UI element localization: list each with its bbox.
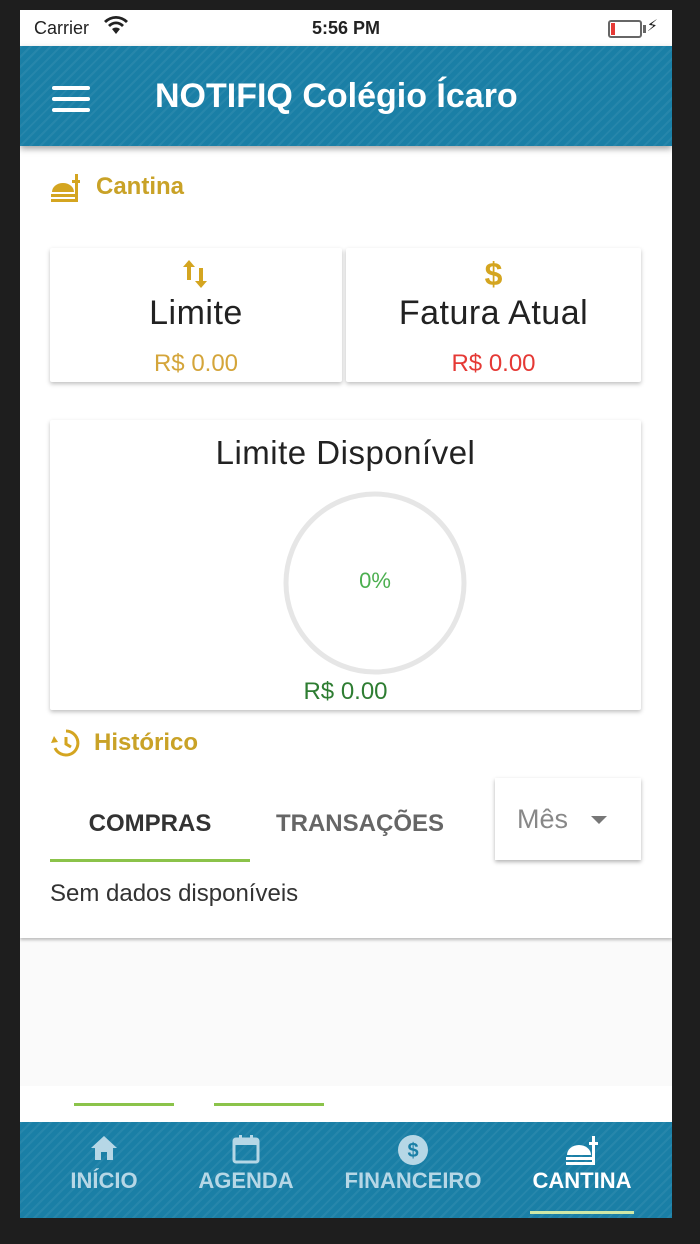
history-icon <box>51 729 80 757</box>
current-invoice-value: R$ 0.00 <box>451 350 536 377</box>
period-select[interactable]: Mês <box>495 778 641 860</box>
active-nav-indicator <box>530 1211 634 1214</box>
home-icon <box>54 1134 154 1162</box>
available-limit-card: Limite Disponível 0% R$ 0.00 <box>50 420 641 710</box>
dollar-icon: $ <box>484 256 503 292</box>
section-title-historico: Histórico <box>94 729 199 756</box>
nav-item-cantina[interactable]: CANTINA <box>520 1122 644 1218</box>
charging-icon: ⚡ <box>646 18 658 35</box>
nav-item-agenda[interactable]: AGENDA <box>190 1122 302 1218</box>
bottom-nav: INÍCIO AGENDA $ FINANCEIRO CANTINA <box>20 1122 672 1218</box>
nav-label-agenda: AGENDA <box>198 1168 294 1193</box>
battery-icon <box>608 20 646 38</box>
status-bar: Carrier 5:56 PM ⚡ <box>20 10 672 46</box>
section-header-historico: Histórico <box>50 728 198 758</box>
app-bar: NOTIFIQ Colégio Ícaro <box>20 46 672 146</box>
food-icon <box>51 174 80 202</box>
limit-card: Limite R$ 0.00 <box>50 248 342 382</box>
nav-item-inicio[interactable]: INÍCIO <box>54 1122 154 1218</box>
limit-value: R$ 0.00 <box>153 350 239 377</box>
section-header-cantina: Cantina <box>50 172 184 202</box>
swap-vertical-icon <box>50 258 342 295</box>
nav-label-inicio: INÍCIO <box>70 1168 138 1193</box>
nav-label-financeiro: FINANCEIRO <box>344 1168 482 1193</box>
phone-screen: Carrier 5:56 PM ⚡ NOTIFIQ Colégio Ícaro … <box>20 10 672 1218</box>
available-limit-title: Limite Disponível <box>215 434 476 471</box>
clock: 5:56 PM <box>311 18 381 38</box>
current-invoice-label: Fatura Atual <box>398 294 589 332</box>
current-invoice-card: $ Fatura Atual R$ 0.00 <box>346 248 641 382</box>
tab-transacoes[interactable]: TRANSAÇÕES <box>260 786 460 862</box>
app-title: NOTIFIQ Colégio Ícaro <box>155 77 518 115</box>
section-title-cantina: Cantina <box>96 173 185 200</box>
main-content: Cantina Limite R$ 0.00 $ Fatura Atual R$… <box>20 146 672 938</box>
svg-text:$: $ <box>407 1140 418 1162</box>
limit-label: Limite <box>149 294 243 332</box>
nav-underline-inicio <box>74 1103 174 1106</box>
nav-label-cantina: CANTINA <box>532 1168 632 1193</box>
tab-compras[interactable]: COMPRAS <box>50 786 250 862</box>
nav-item-financeiro[interactable]: $ FINANCEIRO <box>338 1122 488 1218</box>
available-limit-value: R$ 0.00 <box>303 678 388 705</box>
nav-underline-agenda <box>214 1103 324 1106</box>
dollar-circle-icon: $ <box>338 1134 488 1166</box>
empty-message: Sem dados disponíveis <box>50 880 299 907</box>
history-tabs: COMPRAS TRANSAÇÕES <box>50 786 470 862</box>
food-icon <box>520 1134 644 1166</box>
active-tab-indicator <box>50 859 250 862</box>
menu-icon[interactable] <box>52 86 90 112</box>
period-select-value: Mês <box>517 804 569 834</box>
calendar-icon <box>190 1134 302 1164</box>
progress-percent: 0% <box>359 568 391 593</box>
chevron-down-icon <box>591 816 607 824</box>
